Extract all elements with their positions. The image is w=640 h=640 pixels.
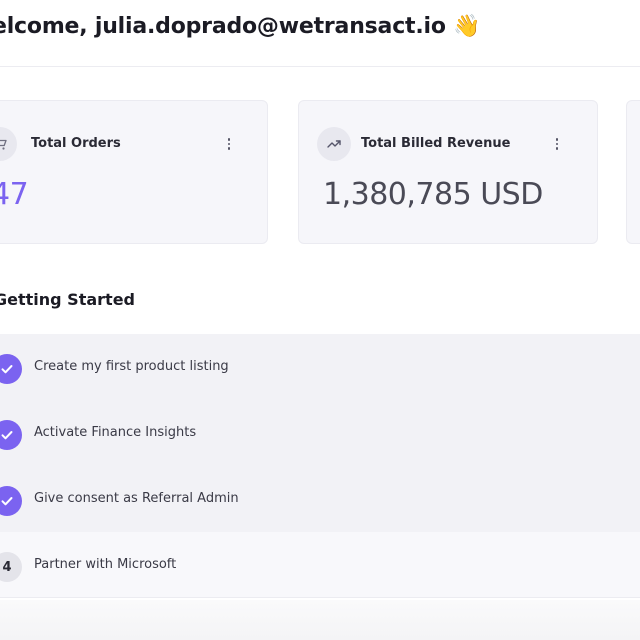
step-number-badge: 4	[0, 552, 22, 582]
dashboard-page: elcome, julia.doprado@wetransact.io 👋 To…	[0, 0, 640, 640]
total-orders-menu-icon[interactable]	[223, 135, 235, 153]
total-orders-value: 47	[0, 177, 29, 212]
header: elcome, julia.doprado@wetransact.io 👋	[0, 0, 640, 67]
wave-emoji-icon: 👋	[453, 14, 481, 39]
welcome-heading: elcome, julia.doprado@wetransact.io 👋	[0, 14, 481, 39]
step-partner-with-microsoft[interactable]: 4 Partner with Microsoft	[0, 532, 640, 598]
getting-started-title: Getting Started	[0, 290, 135, 309]
total-orders-title: Total Orders	[31, 136, 121, 151]
step-label: Partner with Microsoft	[34, 557, 177, 572]
third-card-partial	[626, 100, 640, 244]
step-label: Create my first product listing	[34, 359, 229, 374]
getting-started-list: Create my first product listing Activate…	[0, 334, 640, 598]
trending-up-icon	[317, 127, 351, 161]
check-icon	[0, 486, 22, 516]
step-label: Give consent as Referral Admin	[34, 491, 239, 506]
step-create-product-listing[interactable]: Create my first product listing	[0, 334, 640, 400]
welcome-text: elcome, julia.doprado@wetransact.io	[0, 14, 446, 39]
bottom-section-partial	[0, 600, 640, 640]
total-billed-revenue-card: Total Billed Revenue 1,380,785 USD	[298, 100, 598, 244]
step-label: Activate Finance Insights	[34, 425, 197, 440]
check-icon	[0, 420, 22, 450]
total-billed-revenue-title: Total Billed Revenue	[361, 136, 511, 151]
total-billed-revenue-value: 1,380,785 USD	[323, 177, 543, 212]
cart-icon	[0, 127, 17, 161]
check-icon	[0, 354, 22, 384]
step-activate-finance-insights[interactable]: Activate Finance Insights	[0, 400, 640, 466]
total-billed-revenue-menu-icon[interactable]	[551, 135, 563, 153]
total-orders-card: Total Orders 47	[0, 100, 268, 244]
step-give-consent-referral-admin[interactable]: Give consent as Referral Admin	[0, 466, 640, 532]
